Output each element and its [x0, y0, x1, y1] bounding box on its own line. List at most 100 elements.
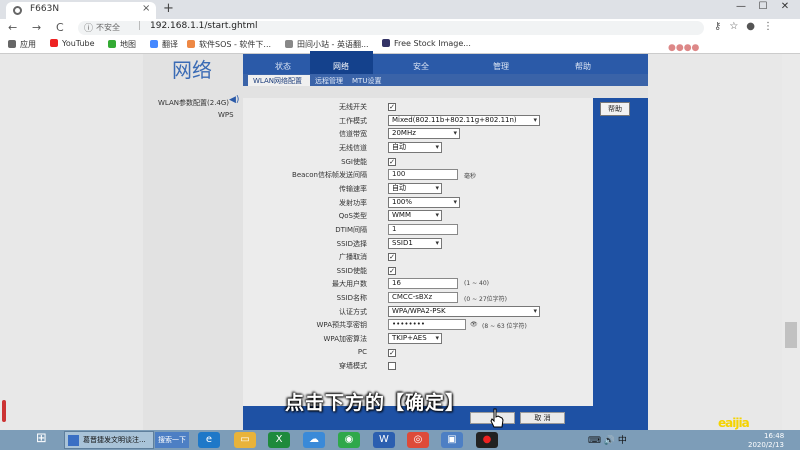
tab-network[interactable]: 网络	[333, 61, 349, 72]
tab-security[interactable]: 安全	[413, 61, 429, 72]
url-text[interactable]: 192.168.1.1/start.ghtml	[150, 21, 257, 31]
form-row: 广播取消 ✓	[243, 251, 593, 263]
left-menu-wps[interactable]: WPS	[218, 111, 234, 119]
bookmark-translate[interactable]: 翻译	[150, 39, 178, 50]
dropdown-select[interactable]: 自动	[388, 141, 442, 153]
window-controls: — ☐ ✕	[730, 1, 796, 12]
help-button[interactable]: 帮助	[600, 102, 630, 116]
checkbox[interactable]: ✓	[388, 348, 396, 357]
text-input[interactable]: 1	[388, 223, 458, 235]
tab-help[interactable]: 帮助	[575, 61, 591, 72]
omnibox[interactable]: ⓘ 不安全 | 192.168.1.1/start.ghtml	[78, 21, 704, 35]
globe-icon	[285, 40, 293, 48]
watermark-logo-small: ●●●●	[668, 43, 700, 53]
green-app-icon[interactable]: ◉	[338, 432, 360, 448]
cancel-button[interactable]: 取 消	[520, 412, 565, 424]
dropdown-select[interactable]: Mixed(802.11b+802.11g+802.11n)	[388, 114, 540, 126]
field-label: SSID选择	[336, 239, 367, 248]
subnav-mtu[interactable]: MTU设置	[352, 76, 381, 86]
checkbox[interactable]: ✓	[388, 253, 396, 262]
close-window-button[interactable]: ✕	[774, 1, 796, 12]
form-row: SGI使能 ✓	[243, 156, 593, 168]
key-icon[interactable]: ⚷	[714, 21, 721, 32]
checkbox[interactable]: ✓	[388, 157, 396, 166]
ie-icon[interactable]: e	[198, 432, 220, 448]
form-row: Beacon信标帧发送间隔 100 毫秒	[243, 169, 593, 181]
form-row: 发射功率 100%	[243, 196, 593, 209]
record-icon[interactable]: ●	[476, 432, 498, 448]
subnav-remote[interactable]: 远程管理	[315, 76, 343, 86]
translate-icon	[150, 40, 158, 48]
field-label: Beacon信标帧发送间隔	[292, 171, 367, 180]
form-row: SSID使能 ✓	[243, 265, 593, 277]
bookmark-apps[interactable]: 应用	[8, 39, 36, 50]
field-label: SSID名称	[336, 294, 367, 303]
system-tray[interactable]: ⌨ 🔊 中	[588, 433, 627, 446]
tab-management[interactable]: 管理	[493, 61, 509, 72]
dropdown-select[interactable]: SSID1	[388, 237, 442, 249]
field-label: 广播取消	[339, 253, 367, 262]
clock-date[interactable]: 2020/2/13	[748, 441, 784, 449]
maximize-button[interactable]: ☐	[752, 1, 774, 12]
dropdown-select[interactable]: WPA/WPA2-PSK	[388, 305, 540, 317]
bookmark-tianjian[interactable]: 田间小站 - 英语翻...	[285, 39, 369, 50]
form-row: SSID选择 SSID1	[243, 237, 593, 250]
bookmark-youtube[interactable]: YouTube	[50, 39, 95, 48]
scrollbar-thumb[interactable]	[785, 322, 797, 348]
show-password-icon[interactable]: 👁	[470, 321, 478, 328]
form-row: 最大用户数 16 (1 ~ 40)	[243, 278, 593, 290]
cloud-icon[interactable]: ☁	[303, 432, 325, 448]
dropdown-select[interactable]: 100%	[388, 196, 460, 208]
chrome-icon[interactable]: ◎	[407, 432, 429, 448]
excel-icon[interactable]: X	[268, 432, 290, 448]
start-button[interactable]: ⊞	[36, 431, 47, 446]
form-row: SSID名称 CMCC-sBXz (0 ~ 27位字符)	[243, 292, 593, 304]
new-tab-button[interactable]: +	[163, 1, 174, 16]
explorer-icon[interactable]: ▣	[441, 432, 463, 448]
dropdown-select[interactable]: TKIP+AES	[388, 333, 442, 345]
profile-icon[interactable]: ●	[746, 21, 755, 32]
form-row: DTIM间隔 1	[243, 223, 593, 236]
dropdown-select[interactable]: WMM	[388, 210, 442, 222]
field-hint: (1 ~ 40)	[464, 280, 489, 288]
subnav-wlan[interactable]: WLAN网络配置	[248, 75, 310, 86]
taskbar-search[interactable]: 搜索一下	[155, 432, 189, 448]
info-icon[interactable]: ⓘ	[84, 21, 93, 34]
star-icon[interactable]: ☆	[729, 21, 738, 32]
text-input[interactable]: CMCC-sBXz	[388, 292, 458, 304]
folder-icon[interactable]: ▭	[234, 432, 256, 448]
bookmark-freestock[interactable]: Free Stock Image...	[382, 39, 471, 48]
tab-status[interactable]: 状态	[275, 61, 291, 72]
forward-button[interactable]: →	[32, 21, 41, 34]
text-input[interactable]: 16	[388, 278, 458, 290]
scrollbar[interactable]	[782, 54, 800, 430]
minimize-button[interactable]: —	[730, 1, 752, 12]
form-row: WPA加密算法 TKIP+AES	[243, 333, 593, 345]
form-row: PC ✓	[243, 347, 593, 359]
field-label: 信道带宽	[339, 130, 367, 139]
menu-icon[interactable]: ⋮	[763, 21, 773, 32]
dropdown-select[interactable]: 自动	[388, 182, 442, 194]
toolbar-actions: ⚷ ☆ ● ⋮	[714, 21, 781, 32]
clock-time[interactable]: 16:48	[764, 432, 784, 440]
browser-tab[interactable]: F663N ×	[6, 2, 156, 19]
reload-button[interactable]: C	[56, 21, 64, 34]
close-tab-icon[interactable]: ×	[142, 3, 150, 14]
security-label: 不安全	[96, 23, 120, 32]
text-input[interactable]: ••••••••	[388, 319, 466, 331]
back-button[interactable]: ←	[8, 21, 17, 34]
dropdown-select[interactable]: 20MHz	[388, 128, 460, 140]
taskbar-task-label: 葛晋捷发文明谈注...	[83, 436, 146, 444]
apps-icon	[8, 40, 16, 48]
text-input[interactable]: 100	[388, 169, 458, 181]
word-icon[interactable]: W	[373, 432, 395, 448]
field-label: DTIM间隔	[335, 225, 367, 234]
bookmark-softsos[interactable]: 软件SOS - 软件下...	[187, 39, 271, 50]
checkbox[interactable]: ✓	[388, 266, 396, 275]
checkbox[interactable]	[388, 362, 396, 371]
left-menu-wlan-params[interactable]: WLAN参数配置(2.4G)	[158, 98, 229, 108]
checkbox[interactable]: ✓	[388, 103, 396, 111]
bookmark-maps[interactable]: 地图	[108, 39, 136, 50]
form-row: 穿墙模式	[243, 360, 593, 372]
taskbar-task[interactable]: 葛晋捷发文明谈注...	[64, 431, 154, 449]
